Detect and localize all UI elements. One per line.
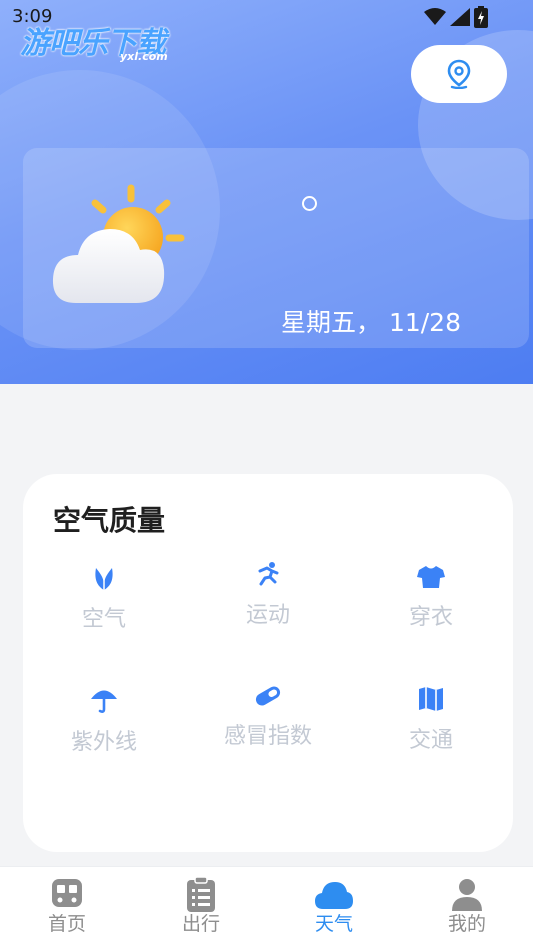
tab-weather[interactable]: 天气	[294, 877, 374, 936]
index-label: 交通	[408, 728, 453, 753]
index-item-clothes[interactable]: 穿衣	[371, 565, 491, 631]
cloud-icon	[315, 882, 353, 909]
index-label: 穿衣	[408, 605, 453, 630]
battery-icon	[474, 6, 488, 28]
tab-label: 天气	[314, 913, 353, 935]
weather-date: 星期五， 11/28	[281, 308, 461, 337]
index-item-uv[interactable]: 紫外线	[44, 686, 164, 756]
index-item-traffic[interactable]: 交通	[371, 686, 491, 754]
location-button[interactable]	[411, 45, 507, 103]
running-icon	[258, 562, 279, 586]
index-label: 空气	[81, 607, 126, 632]
tab-home[interactable]: 首页	[27, 877, 107, 936]
index-label: 感冒指数	[223, 724, 312, 749]
index-item-air[interactable]: 空气	[44, 563, 164, 633]
leaf-icon	[95, 568, 113, 590]
watermark-sub: yxl.com	[120, 50, 168, 63]
pill-icon	[255, 686, 281, 706]
system-icons	[424, 6, 488, 28]
tab-label: 我的	[447, 913, 486, 935]
bottom-tab-bar: 首页 出行 天气 我的	[0, 866, 533, 949]
signal-icon	[450, 8, 470, 26]
index-label: 紫外线	[70, 730, 137, 755]
train-icon	[52, 879, 82, 907]
tab-mine[interactable]: 我的	[427, 877, 507, 936]
partly-cloudy-icon	[52, 184, 185, 303]
index-item-sport[interactable]: 运动	[208, 561, 328, 629]
clipboard-icon	[187, 876, 215, 912]
shirt-icon	[417, 566, 445, 588]
index-item-cold[interactable]: 感冒指数	[208, 684, 328, 750]
person-icon	[452, 879, 482, 911]
wifi-icon	[424, 8, 446, 25]
map-icon	[419, 687, 443, 711]
air-quality-title: 空气质量	[53, 504, 166, 537]
umbrella-icon	[91, 690, 117, 713]
tab-label: 出行	[181, 913, 220, 935]
page-indicator-dot	[302, 196, 317, 211]
tab-label: 首页	[47, 913, 86, 935]
location-pin-icon	[447, 59, 471, 89]
tab-travel[interactable]: 出行	[161, 876, 241, 936]
index-label: 运动	[245, 603, 290, 628]
